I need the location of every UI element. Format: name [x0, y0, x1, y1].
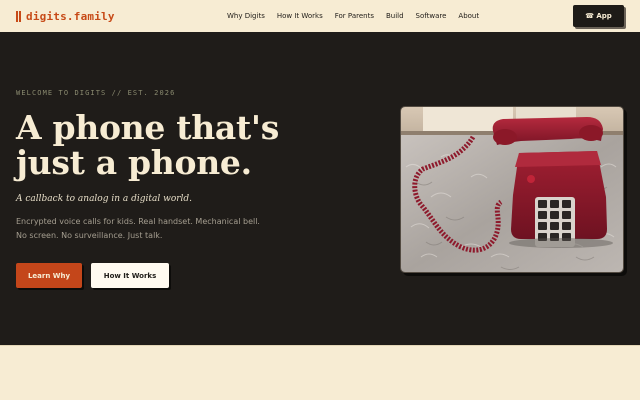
red-telephone-image: [401, 107, 623, 272]
nav-link-about[interactable]: About: [458, 11, 479, 21]
app-button[interactable]: ☎ App: [573, 5, 624, 27]
hero-section: WELCOME TO DIGITS // EST. 2026 A phone t…: [0, 32, 640, 345]
nav-links: Why Digits How It Works For Parents Buil…: [227, 11, 491, 21]
next-section: [0, 345, 640, 400]
hero-body-line-2: No screen. No surveillance. Just talk.: [16, 231, 163, 240]
bars-icon: [16, 10, 23, 22]
hero-headline: A phone that's just a phone.: [16, 108, 279, 182]
learn-why-button[interactable]: Learn Why: [16, 263, 82, 288]
hero-phone-photo: [400, 106, 624, 273]
hero-body-line-1: Encrypted voice calls for kids. Real han…: [16, 217, 260, 226]
nav-link-for-parents[interactable]: For Parents: [335, 11, 374, 21]
logo[interactable]: digits.family: [16, 9, 115, 23]
hero-body: Encrypted voice calls for kids. Real han…: [16, 215, 286, 243]
nav-link-how-it-works[interactable]: How It Works: [277, 11, 323, 21]
nav-link-software[interactable]: Software: [416, 11, 447, 21]
nav-link-why-digits[interactable]: Why Digits: [227, 11, 265, 21]
top-navigation: digits.family Why Digits How It Works Fo…: [0, 0, 640, 32]
hero-eyebrow: WELCOME TO DIGITS // EST. 2026: [16, 89, 176, 97]
logo-text: digits.family: [26, 9, 115, 23]
hero-subhead: A callback to analog in a digital world.: [16, 194, 193, 204]
how-it-works-button[interactable]: How It Works: [91, 263, 169, 288]
nav-link-build[interactable]: Build: [386, 11, 404, 21]
